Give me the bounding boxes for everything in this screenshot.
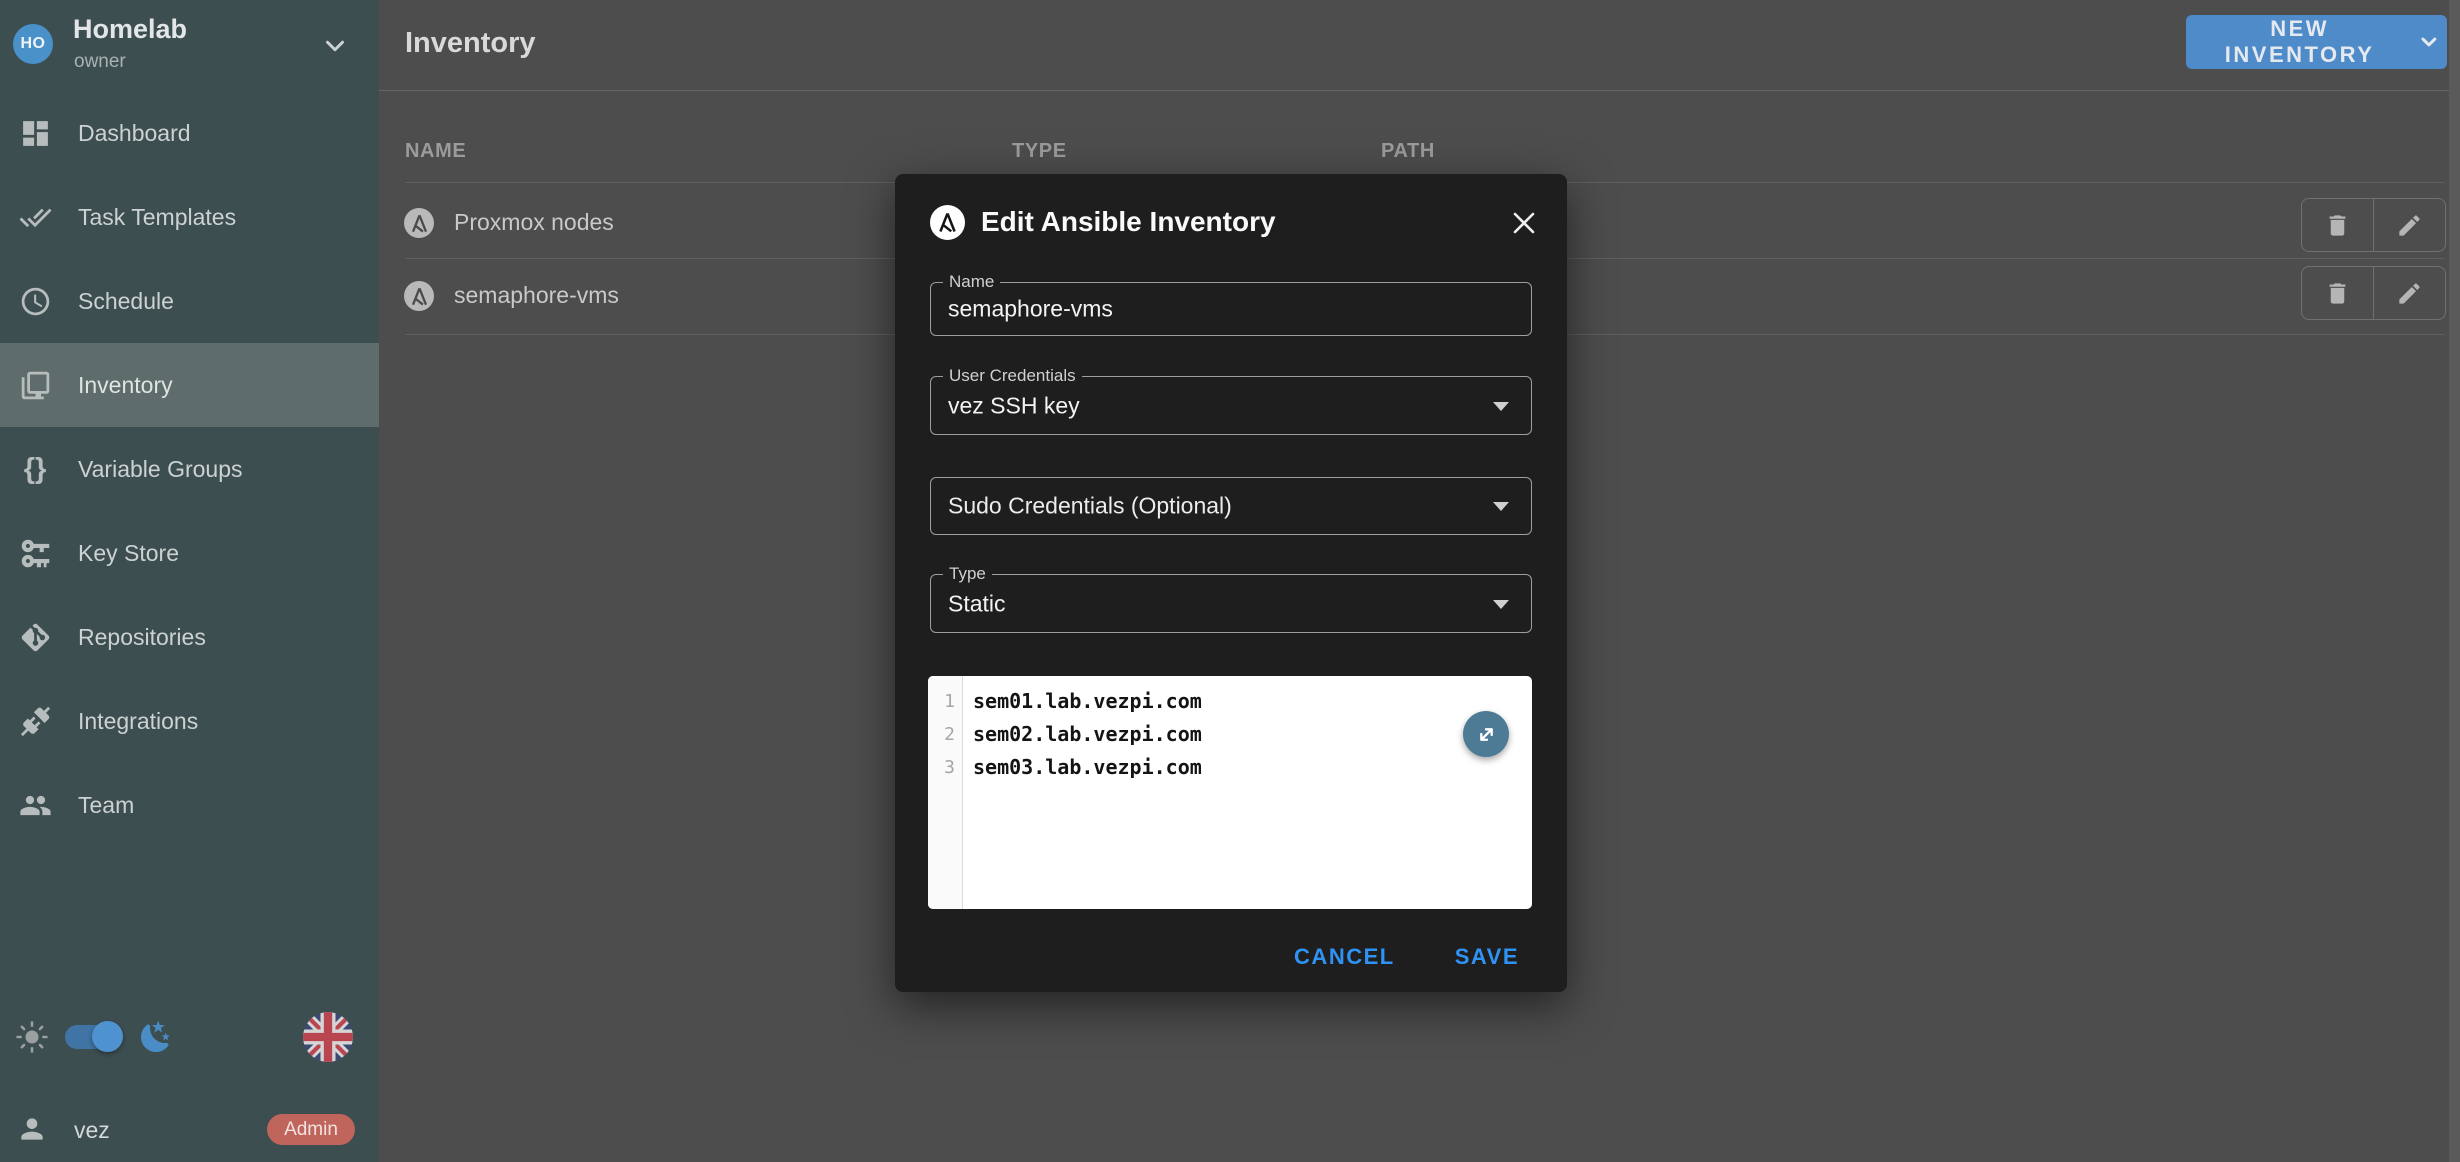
- ansible-icon: [930, 205, 965, 240]
- expand-icon: [1474, 722, 1499, 747]
- row-actions: [2301, 266, 2446, 320]
- sudo-credentials-placeholder: Sudo Credentials (Optional): [948, 493, 1232, 520]
- toggle-thumb: [92, 1021, 123, 1052]
- column-header-name: NAME: [405, 140, 466, 163]
- dialog-title: Edit Ansible Inventory: [981, 206, 1276, 238]
- user-name: vez: [74, 1117, 110, 1144]
- new-inventory-label: NEW INVENTORY: [2192, 16, 2407, 68]
- sidebar-item-team[interactable]: Team: [0, 763, 379, 847]
- sidebar-item-dashboard[interactable]: Dashboard: [0, 91, 379, 175]
- project-avatar: HO: [13, 24, 53, 64]
- line-number: 3: [928, 751, 962, 784]
- topbar: Inventory NEW INVENTORY: [379, 0, 2460, 91]
- edit-inventory-dialog: Edit Ansible Inventory Name semaphore-vm…: [895, 174, 1567, 992]
- user-credentials-select[interactable]: User Credentials vez SSH key: [930, 376, 1532, 435]
- git-icon: [17, 619, 53, 655]
- sudo-credentials-select[interactable]: Sudo Credentials (Optional): [930, 477, 1532, 535]
- expand-editor-button[interactable]: [1463, 711, 1509, 757]
- sidebar-item-label: Dashboard: [78, 120, 191, 147]
- sidebar-nav: Dashboard Task Templates Schedule Invent…: [0, 91, 379, 847]
- save-button[interactable]: SAVE: [1455, 944, 1519, 970]
- sidebar-item-variable-groups[interactable]: {} Variable Groups: [0, 427, 379, 511]
- editor-gutter: 1 2 3: [928, 676, 963, 909]
- delete-icon: [2324, 280, 2351, 307]
- project-switcher[interactable]: HO Homelab owner: [0, 0, 379, 90]
- column-header-path: PATH: [1381, 140, 1435, 163]
- sidebar-item-label: Integrations: [78, 708, 198, 735]
- uk-flag-icon[interactable]: [303, 1012, 353, 1062]
- done-all-icon: [17, 199, 53, 235]
- moon-stars-icon: [138, 1019, 174, 1055]
- line-number: 1: [928, 685, 962, 718]
- sidebar-item-label: Inventory: [78, 372, 173, 399]
- sidebar-item-label: Variable Groups: [78, 456, 243, 483]
- user-credentials-value: vez SSH key: [948, 392, 1080, 419]
- name-label: Name: [943, 272, 1000, 292]
- name-input[interactable]: Name semaphore-vms: [930, 282, 1532, 336]
- sidebar-item-integrations[interactable]: Integrations: [0, 679, 379, 763]
- column-header-type: TYPE: [1012, 140, 1067, 163]
- sidebar-item-repositories[interactable]: Repositories: [0, 595, 379, 679]
- sidebar: HO Homelab owner Dashboard Task Template…: [0, 0, 379, 1162]
- type-select[interactable]: Type Static: [930, 574, 1532, 633]
- project-role: owner: [74, 51, 126, 73]
- braces-icon: {}: [17, 451, 53, 487]
- line-number: 2: [928, 718, 962, 751]
- ansible-icon: [404, 208, 434, 238]
- edit-button[interactable]: [2374, 199, 2445, 251]
- dropdown-caret-icon: [1493, 502, 1509, 511]
- keys-icon: [17, 535, 53, 571]
- close-icon[interactable]: [1509, 208, 1539, 238]
- dialog-actions: CANCEL SAVE: [1294, 944, 1519, 970]
- dashboard-icon: [17, 115, 53, 151]
- code-line: sem01.lab.vezpi.com: [973, 685, 1532, 718]
- chevron-down-icon: [320, 31, 350, 61]
- new-inventory-button[interactable]: NEW INVENTORY: [2186, 15, 2447, 69]
- delete-icon: [2324, 212, 2351, 239]
- page-title: Inventory: [405, 27, 536, 60]
- type-value: Static: [948, 590, 1006, 617]
- sidebar-item-inventory[interactable]: Inventory: [0, 343, 379, 427]
- edit-icon: [2396, 280, 2423, 307]
- theme-switcher-row: [0, 1007, 379, 1069]
- name-value: semaphore-vms: [948, 296, 1113, 323]
- admin-badge: Admin: [267, 1114, 355, 1145]
- dropdown-caret-icon: [1493, 402, 1509, 411]
- sidebar-item-key-store[interactable]: Key Store: [0, 511, 379, 595]
- code-line: sem03.lab.vezpi.com: [973, 751, 1532, 784]
- edit-button[interactable]: [2374, 267, 2445, 319]
- table-row-name: Proxmox nodes: [454, 209, 614, 236]
- person-icon: [16, 1113, 48, 1145]
- delete-button[interactable]: [2302, 199, 2374, 251]
- sidebar-item-label: Key Store: [78, 540, 179, 567]
- project-name: Homelab: [73, 14, 187, 45]
- sidebar-item-label: Repositories: [78, 624, 206, 651]
- inventory-code-editor[interactable]: 1 2 3 sem01.lab.vezpi.com sem02.lab.vezp…: [928, 676, 1532, 909]
- dark-mode-toggle[interactable]: [65, 1025, 122, 1049]
- sun-icon: [15, 1020, 49, 1054]
- clock-icon: [17, 283, 53, 319]
- editor-code-area: sem01.lab.vezpi.com sem02.lab.vezpi.com …: [963, 676, 1532, 909]
- row-actions: [2301, 198, 2446, 252]
- people-icon: [17, 787, 53, 823]
- code-line: sem02.lab.vezpi.com: [973, 718, 1532, 751]
- scrollbar[interactable]: [2449, 0, 2460, 1162]
- table-row-name: semaphore-vms: [454, 282, 619, 309]
- user-credentials-label: User Credentials: [943, 366, 1082, 386]
- monitors-icon: [17, 367, 53, 403]
- type-label: Type: [943, 564, 992, 584]
- sidebar-item-label: Task Templates: [78, 204, 236, 231]
- sidebar-item-label: Schedule: [78, 288, 174, 315]
- chevron-down-icon: [2417, 30, 2441, 54]
- sidebar-item-label: Team: [78, 792, 134, 819]
- plug-icon: [17, 703, 53, 739]
- sidebar-item-task-templates[interactable]: Task Templates: [0, 175, 379, 259]
- delete-button[interactable]: [2302, 267, 2374, 319]
- ansible-icon: [404, 281, 434, 311]
- dropdown-caret-icon: [1493, 600, 1509, 609]
- cancel-button[interactable]: CANCEL: [1294, 944, 1395, 970]
- edit-icon: [2396, 212, 2423, 239]
- sidebar-item-schedule[interactable]: Schedule: [0, 259, 379, 343]
- user-menu[interactable]: vez Admin: [0, 1100, 379, 1162]
